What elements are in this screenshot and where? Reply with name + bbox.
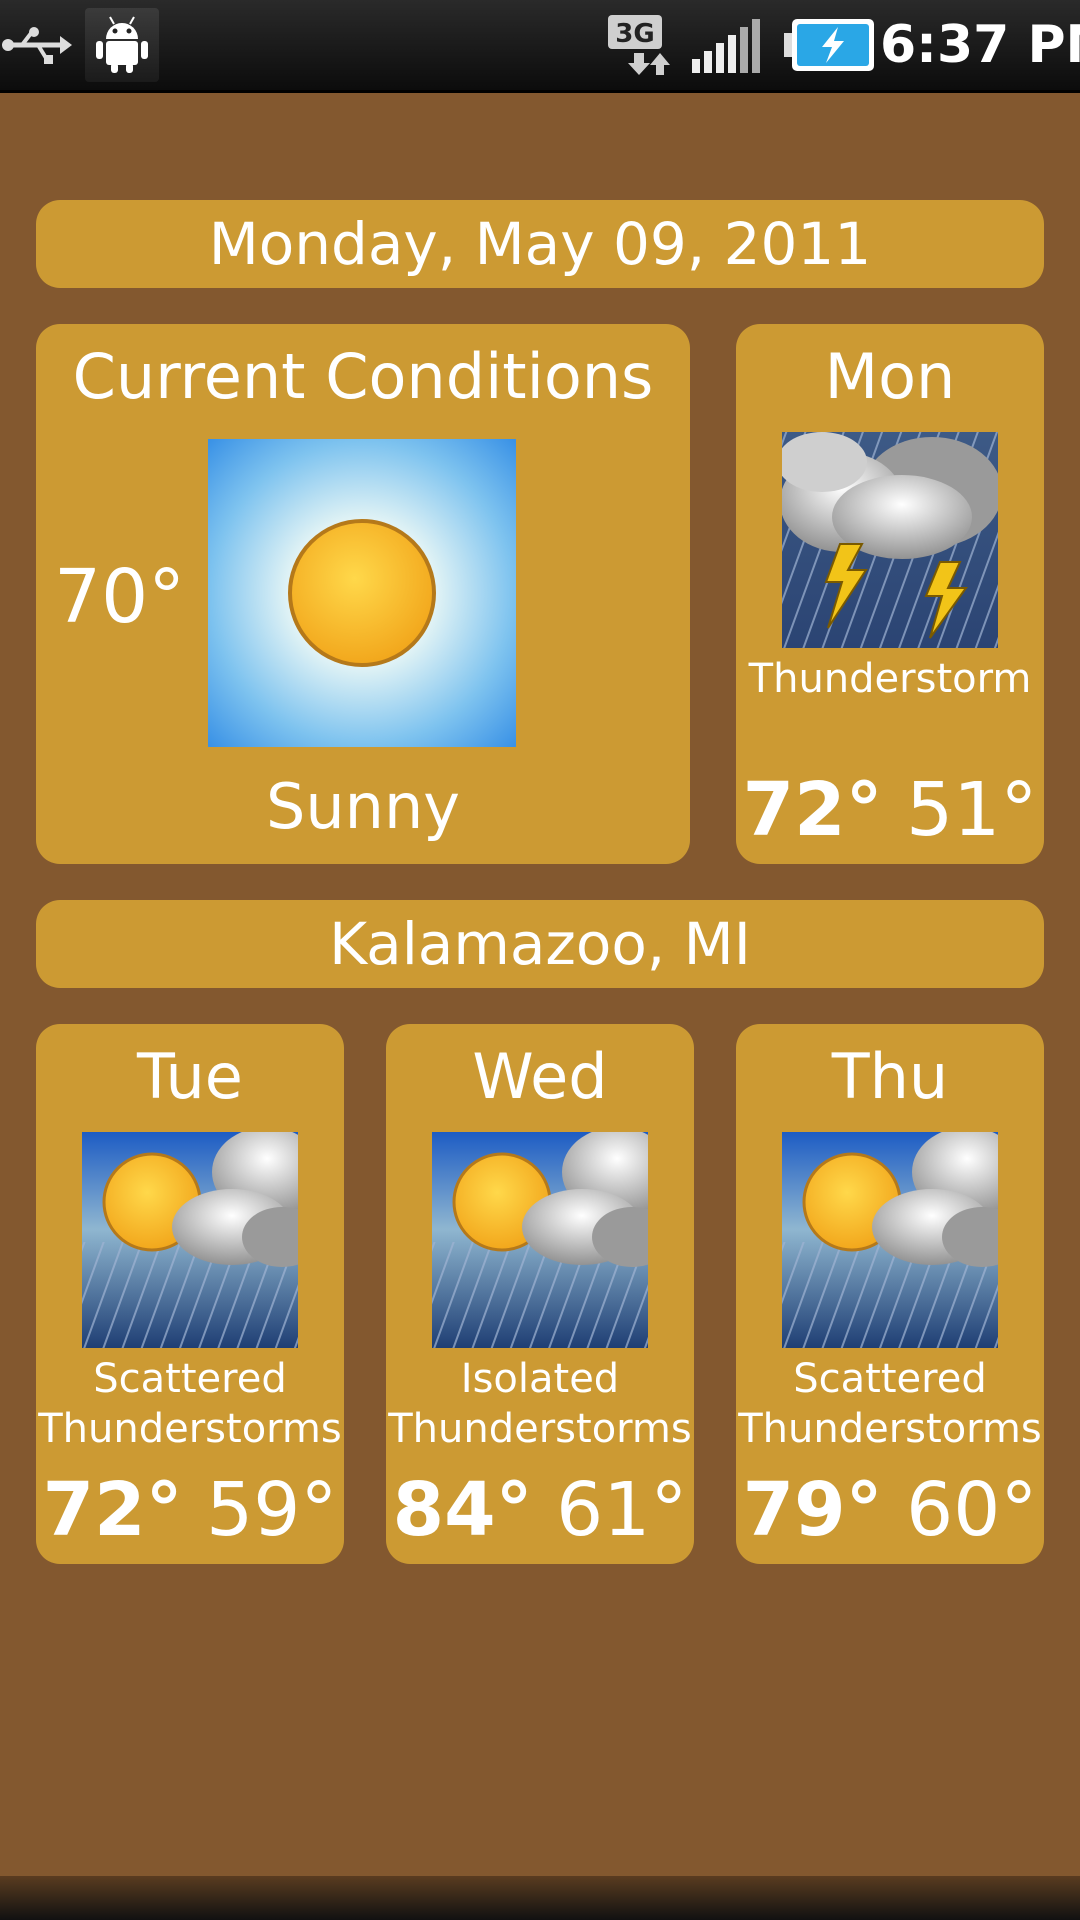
date-label: Monday, May 09, 2011 (208, 210, 872, 278)
forecast-condition-text: Thunderstorm (748, 656, 1032, 702)
date-bar: Monday, May 09, 2011 (36, 200, 1044, 288)
usb-icon (0, 0, 72, 90)
location-label: Kalamazoo, MI (329, 910, 751, 978)
location-bar[interactable]: Kalamazoo, MI (36, 900, 1044, 988)
network-type-label: 3G (615, 19, 654, 49)
forecast-high: 72° (742, 767, 883, 853)
forecast-condition-line2: Thunderstorms (388, 1406, 692, 1452)
3g-data-icon: 3G (606, 0, 676, 90)
forecast-high: 79° (742, 1467, 883, 1553)
forecast-temperatures: 72° 59° (36, 1470, 344, 1550)
isolated-thunderstorms-icon (432, 1127, 672, 1348)
forecast-low: 61° (556, 1467, 688, 1553)
forecast-high: 84° (392, 1467, 533, 1553)
forecast-condition-line2: Thunderstorms (738, 1406, 1042, 1452)
forecast-temperatures: 79° 60° (736, 1470, 1044, 1550)
forecast-high: 72° (42, 1467, 183, 1553)
bottom-edge (0, 1876, 1080, 1920)
forecast-card-mon[interactable]: Mon Thunderstorm 72° 51° (736, 324, 1044, 864)
sunny-icon (208, 439, 516, 747)
forecast-condition-line1: Isolated (460, 1356, 620, 1402)
thunderstorm-icon (777, 432, 1002, 648)
current-conditions-title: Current Conditions (72, 340, 654, 413)
current-conditions-panel[interactable]: Current Conditions 70° Sunny (36, 324, 690, 864)
android-debug-icon (84, 0, 160, 90)
scattered-thunderstorms-icon (82, 1127, 322, 1348)
forecast-condition-line1: Scattered (793, 1356, 987, 1402)
forecast-day: Wed (472, 1040, 608, 1113)
current-condition-text: Sunny (266, 770, 460, 843)
signal-icon (690, 0, 774, 90)
battery-charging-icon (784, 0, 876, 90)
forecast-low: 60° (906, 1467, 1038, 1553)
forecast-low: 59° (206, 1467, 338, 1553)
forecast-card-tue[interactable]: Tue Scattered Thunderstorms 72° 59° (36, 1024, 344, 1564)
forecast-day: Tue (137, 1040, 243, 1113)
current-temperature: 70° (54, 554, 186, 640)
forecast-low: 51° (906, 767, 1038, 853)
forecast-condition-line2: Thunderstorms (38, 1406, 342, 1452)
scattered-thunderstorms-icon (782, 1127, 1022, 1348)
forecast-temperatures: 72° 51° (736, 770, 1044, 850)
forecast-temperatures: 84° 61° (386, 1470, 694, 1550)
clock: 6:37 PM (880, 15, 1080, 75)
forecast-card-wed[interactable]: Wed Isolated Thunderstorms 84° 61° (386, 1024, 694, 1564)
forecast-condition-line1: Scattered (93, 1356, 287, 1402)
forecast-day: Mon (824, 340, 956, 413)
status-bar: 3G 6:37 PM (0, 0, 1080, 93)
forecast-card-thu[interactable]: Thu Scattered Thunderstorms 79° 60° (736, 1024, 1044, 1564)
forecast-day: Thu (831, 1040, 949, 1113)
